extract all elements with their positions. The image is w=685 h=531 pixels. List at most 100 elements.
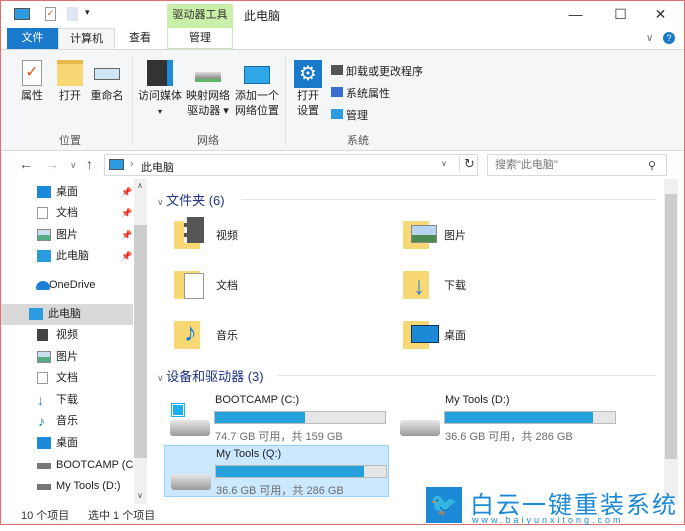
- sidebar-item-desktop[interactable]: 桌面 📌: [7, 182, 133, 203]
- drive-icon: [37, 484, 51, 490]
- scroll-up-icon[interactable]: ∧: [137, 181, 143, 190]
- folder-pictures[interactable]: 图片: [403, 217, 603, 253]
- drive-name: My Tools (Q:): [216, 448, 282, 460]
- uninstall-program-button[interactable]: 卸载或更改程序: [331, 63, 423, 79]
- minimize-button[interactable]: —: [553, 1, 598, 28]
- open-settings-button[interactable]: ⚙ 打开 设置: [291, 60, 325, 119]
- properties-qat-icon[interactable]: ✓: [45, 7, 56, 21]
- sidebar-item-this-pc[interactable]: 此电脑: [1, 304, 133, 325]
- downloads-folder-icon: ↓: [403, 267, 433, 300]
- drive-usage-bar: [444, 411, 616, 424]
- pictures-folder-icon: [403, 217, 437, 249]
- tab-manage[interactable]: 管理: [167, 28, 233, 49]
- sidebar-item-pictures-2[interactable]: 图片: [7, 347, 133, 368]
- watermark-logo: 🐦 白云一键重装系统 www.baiyunxitong.com: [426, 487, 682, 531]
- label: 下载: [56, 394, 78, 406]
- sidebar-item-downloads[interactable]: ↓ 下载: [7, 390, 133, 411]
- documents-folder-icon: [174, 267, 204, 299]
- context-tab-group: 驱动器工具: [167, 4, 233, 28]
- search-input[interactable]: 搜索"此电脑" ⚲: [487, 154, 667, 176]
- sidebar-item-documents[interactable]: 文档 📌: [7, 203, 133, 224]
- ribbon: ✓ 属性 打开 重命名 位置 访问媒体 ▾ 映射网络 驱动器 ▾ 添加一个 网络位置 …: [1, 49, 684, 151]
- address-dropdown-icon[interactable]: ∨: [441, 159, 447, 168]
- system-properties-icon: [331, 87, 343, 97]
- videos-folder-icon: [174, 217, 204, 249]
- label: 卸载或更改程序: [346, 66, 423, 78]
- manage-button[interactable]: 管理: [331, 107, 368, 123]
- label: OneDrive: [49, 279, 96, 291]
- sidebar-scrollbar[interactable]: ∧ ∨: [134, 179, 147, 504]
- tab-view[interactable]: 查看: [119, 28, 161, 49]
- computer-icon: [109, 159, 124, 170]
- network-location-icon: [244, 66, 270, 84]
- label: 属性: [21, 90, 43, 102]
- computer-icon: [37, 250, 51, 262]
- label: 下载: [444, 280, 466, 292]
- drive-item[interactable]: BOOTCAMP (C:) 74.7 GB 可用，共 159 GB: [164, 392, 389, 444]
- collapse-ribbon-icon[interactable]: ∨: [646, 33, 653, 44]
- sidebar-item-videos[interactable]: 视频: [7, 325, 133, 346]
- sidebar-item-documents-2[interactable]: 文档: [7, 368, 133, 389]
- label: 桌面: [56, 437, 78, 449]
- map-network-drive-button[interactable]: 映射网络 驱动器 ▾: [185, 60, 231, 119]
- desktop-icon: [37, 186, 51, 198]
- rename-button[interactable]: 重命名: [89, 60, 125, 104]
- breadcrumb-this-pc[interactable]: 此电脑: [141, 159, 174, 175]
- sidebar-item-my-tools-d[interactable]: My Tools (D:): [7, 476, 133, 497]
- desktop-folder-icon: [403, 317, 439, 349]
- folder-videos[interactable]: 视频: [174, 217, 374, 253]
- close-button[interactable]: ✕: [638, 1, 683, 28]
- sidebar-item-onedrive[interactable]: OneDrive: [7, 275, 133, 296]
- forward-button[interactable]: →: [45, 156, 59, 172]
- folder-downloads[interactable]: ↓ 下载: [403, 267, 603, 303]
- new-folder-qat-icon[interactable]: [67, 7, 78, 21]
- label: 此电脑: [48, 308, 81, 320]
- sidebar-item-music[interactable]: ♪ 音乐: [7, 411, 133, 432]
- network-drive-icon: [195, 72, 221, 82]
- help-icon[interactable]: ?: [663, 32, 675, 44]
- pin-icon: 📌: [121, 251, 133, 261]
- refresh-icon[interactable]: ↻: [459, 156, 475, 172]
- scrollbar-thumb[interactable]: [665, 194, 677, 459]
- drive-name: BOOTCAMP (C:): [215, 394, 300, 406]
- sidebar-item-desktop-2[interactable]: 桌面: [7, 433, 133, 454]
- scrollbar-thumb[interactable]: [134, 225, 147, 458]
- qat-dropdown-icon[interactable]: ▾: [85, 7, 90, 18]
- divider: [241, 199, 656, 200]
- sidebar-item-pictures[interactable]: 图片 📌: [7, 225, 133, 246]
- tab-file[interactable]: 文件: [7, 28, 58, 49]
- address-bar[interactable]: › 此电脑 ∨ ↻: [104, 154, 478, 176]
- label: 图片: [56, 229, 78, 241]
- maximize-button[interactable]: ☐: [598, 1, 643, 28]
- up-button[interactable]: ↑: [86, 156, 93, 172]
- folder-documents[interactable]: 文档: [174, 267, 374, 303]
- windows-logo-icon: [171, 403, 185, 417]
- folders-group-header[interactable]: ∨ 文件夹 (6): [157, 190, 225, 209]
- properties-button[interactable]: ✓ 属性: [15, 60, 49, 104]
- recent-locations-dropdown[interactable]: ∨: [70, 160, 77, 171]
- documents-icon: [37, 372, 48, 384]
- folder-music[interactable]: ♪ 音乐: [174, 317, 374, 353]
- drive-item[interactable]: My Tools (Q:) 36.6 GB 可用，共 286 GB: [164, 445, 389, 497]
- pin-icon: 📌: [121, 187, 133, 197]
- access-media-button[interactable]: 访问媒体 ▾: [137, 60, 183, 119]
- open-button[interactable]: 打开: [53, 60, 87, 104]
- media-icon: [147, 60, 173, 86]
- watermark-url: www.baiyunxitong.com: [472, 515, 624, 525]
- drive-space-info: 36.6 GB 可用，共 286 GB: [445, 431, 573, 443]
- back-button[interactable]: ←: [19, 156, 33, 172]
- sidebar-item-this-pc-pinned[interactable]: 此电脑 📌: [7, 246, 133, 267]
- sidebar-item-bootcamp[interactable]: BOOTCAMP (C:): [7, 455, 133, 476]
- scroll-down-icon[interactable]: ∨: [137, 491, 143, 500]
- add-network-location-button[interactable]: 添加一个 网络位置: [233, 60, 281, 119]
- tab-computer[interactable]: 计算机: [58, 28, 115, 50]
- status-item-count: 10 个项目: [21, 510, 70, 522]
- content-scrollbar[interactable]: [664, 179, 678, 504]
- documents-icon: [37, 207, 48, 219]
- label: 视频: [216, 230, 238, 242]
- drive-item[interactable]: My Tools (D:) 36.6 GB 可用，共 286 GB: [394, 392, 619, 444]
- system-properties-button[interactable]: 系统属性: [331, 85, 390, 101]
- drives-group-header[interactable]: ∨ 设备和驱动器 (3): [157, 366, 264, 385]
- folder-desktop[interactable]: 桌面: [403, 317, 603, 353]
- collapse-icon: ∨: [157, 197, 167, 207]
